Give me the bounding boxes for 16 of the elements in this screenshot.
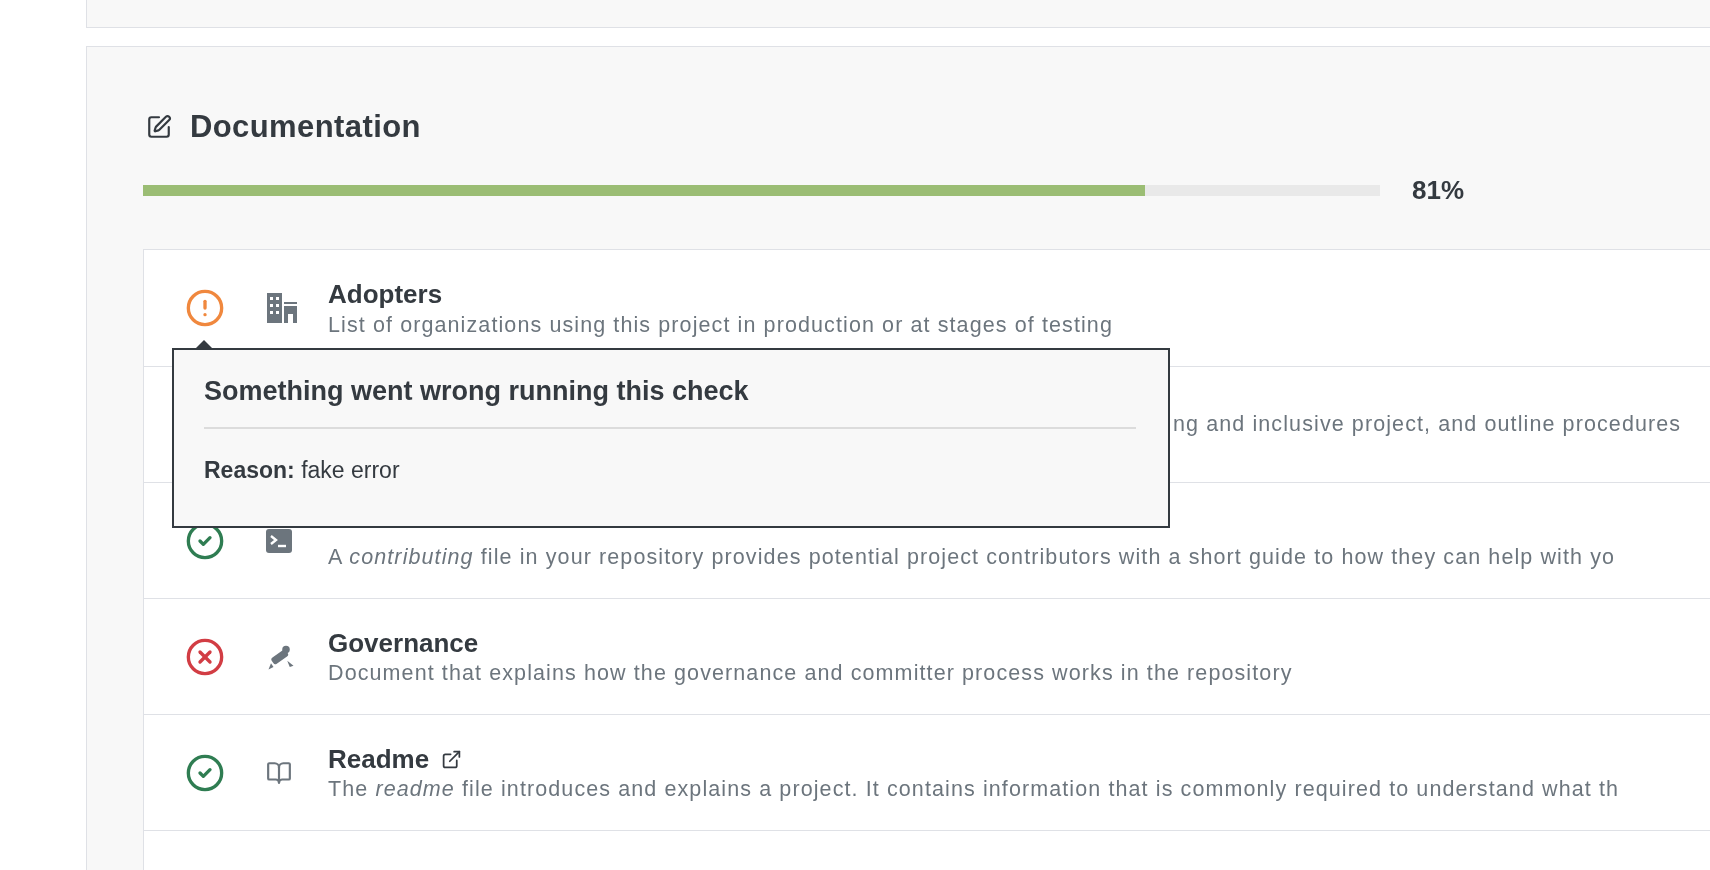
external-link-icon[interactable] [441, 748, 463, 770]
building-icon [266, 293, 298, 323]
edit-icon [146, 114, 172, 140]
check-description: Document that explains how the governance and committer process works in the repository [328, 661, 1293, 686]
tooltip-title: Something went wrong running this check [204, 376, 1136, 429]
check-title: Readme [328, 743, 430, 775]
check-description: The readme file introduces and explains a project. It contains information that is commonly required to understand what th [328, 777, 1620, 802]
check-title: Adopters [328, 279, 443, 310]
check-description: List of organizations using this project in production or at stages of testing [328, 312, 1113, 338]
section-title: Documentation [190, 109, 421, 145]
check-description: A contributing file in your repository provides potential project contributors with a short guide to how they can help with yo [328, 545, 1616, 570]
progress-reading: 81% [1412, 175, 1465, 206]
tooltip-reason: Reason: fake error [204, 457, 401, 484]
book-icon [266, 759, 292, 786]
check-description: ng and inclusive project, and outline procedures [1173, 412, 1682, 437]
check-title: Governance [328, 627, 479, 659]
